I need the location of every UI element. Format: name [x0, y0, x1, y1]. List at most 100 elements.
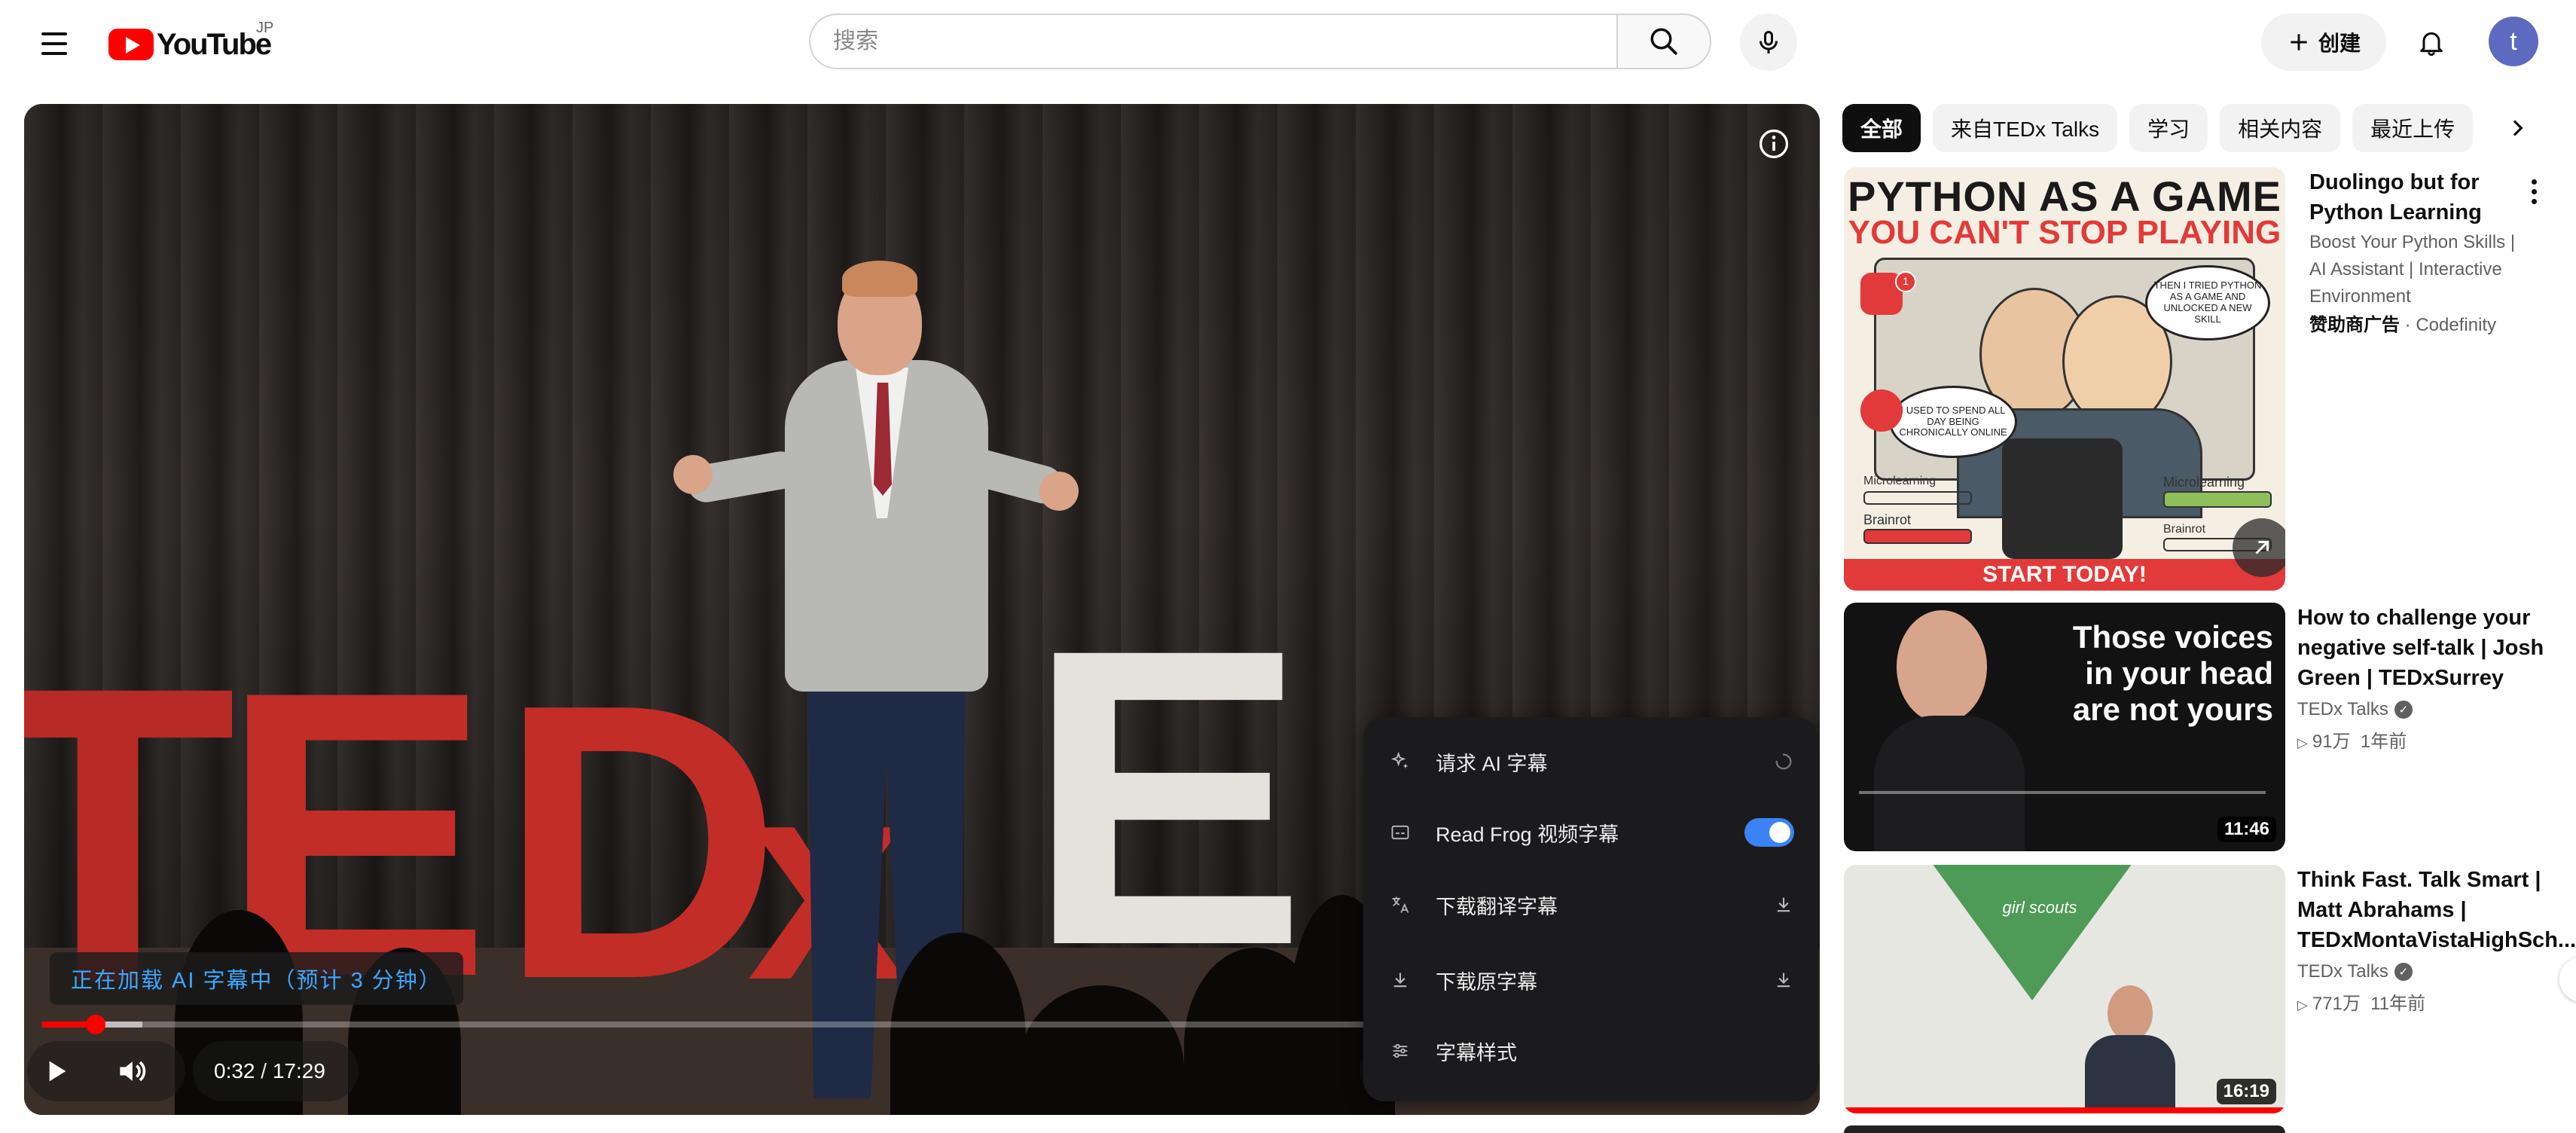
sponsored-label: 赞助商广告 — [2309, 315, 2400, 335]
mute-button[interactable] — [102, 1043, 160, 1100]
menu-item-label: 下载原字幕 — [1436, 970, 1537, 994]
avatar-letter: t — [2510, 26, 2517, 56]
notifications-button[interactable] — [2403, 14, 2460, 71]
current-time: 0:32 — [214, 1059, 255, 1083]
recommendation-item: Those voices in your head are not yours … — [1844, 603, 2552, 851]
play-count-icon: ▷ — [2297, 735, 2308, 750]
volume-icon — [120, 1061, 146, 1082]
thumb-overlay-text: Those voices in your head are not yours — [2072, 619, 2273, 727]
advertiser-name[interactable]: Codefinity — [2416, 315, 2496, 335]
search-bar — [809, 14, 1713, 72]
microlearning-right-label: Microlearning — [2163, 475, 2245, 490]
avatar[interactable]: t — [2489, 17, 2538, 66]
subtitle-settings-menu: 请求 AI 字幕 Read Frog 视频字幕 下载翻译字幕 下载原字幕 字幕样… — [1363, 717, 1818, 1101]
watched-progress — [1844, 1107, 2285, 1113]
thumb-stage-letters — [1859, 791, 2266, 851]
create-button[interactable]: 创建 — [2261, 14, 2386, 71]
read-frog-floating-button[interactable] — [2559, 957, 2576, 1002]
plus-icon — [2291, 34, 2307, 50]
ad-thumb-subtitle: YOU CAN'T STOP PLAYING — [1848, 214, 2281, 251]
external-link-icon — [2255, 541, 2269, 554]
ad-meta: 赞助商广告 · Codefinity — [2309, 312, 2535, 339]
search-icon — [1650, 28, 1677, 55]
menu-item-request-ai-subtitles[interactable]: 请求 AI 字幕 — [1363, 729, 1818, 794]
video-stats: ▷ 771万 11年前 — [2297, 988, 2550, 1015]
search-button[interactable] — [1616, 14, 1711, 69]
video-info: How to challenge your negative self-talk… — [2297, 603, 2550, 753]
chip-all[interactable]: 全部 — [1842, 104, 1921, 152]
menu-item-label: 请求 AI 字幕 — [1436, 752, 1548, 775]
upload-age: 11年前 — [2370, 994, 2426, 1014]
menu-item-label: 下载翻译字幕 — [1436, 895, 1558, 918]
menu-item-download-translated[interactable]: 下载翻译字幕 — [1363, 872, 1818, 937]
video-info-button[interactable] — [1753, 124, 1794, 164]
heart-icon — [1860, 389, 1903, 432]
ad-info: Duolingo but for Python Learning Boost Y… — [2309, 167, 2535, 339]
mic-icon — [1760, 31, 1778, 53]
subtitle-icon — [1389, 821, 1412, 844]
video-title[interactable]: How to challenge your negative self-talk… — [2297, 603, 2550, 693]
youtube-logo[interactable]: YouTube — [108, 26, 272, 63]
channel-row: TEDx Talks ✓ — [2297, 961, 2550, 982]
chip-related[interactable]: 相关内容 — [2220, 104, 2341, 152]
chips-next-button[interactable] — [2493, 104, 2541, 152]
bell-icon — [2420, 32, 2443, 56]
speaker-hand-right — [1039, 472, 1079, 511]
menu-item-download-original[interactable]: 下载原字幕 — [1363, 948, 1818, 1012]
sparkle-icon — [1389, 750, 1412, 773]
recommendation-item: girl scouts 16:19 Think Fast. Talk Smart… — [1844, 865, 2576, 1113]
search-input[interactable] — [809, 14, 1616, 69]
comment-count-badge: 1 — [1895, 271, 1916, 292]
microlearning-left-bar — [1863, 491, 1972, 505]
time-separator: / — [261, 1059, 267, 1083]
stage-letter-E2: E — [1026, 561, 1308, 1033]
chevron-right-icon — [2513, 120, 2523, 136]
stage-letter-D: D — [499, 623, 782, 1061]
video-info: Think Fast. Talk Smart | Matt Abrahams |… — [2297, 865, 2576, 1015]
thumb-speaker-body — [2085, 1035, 2175, 1113]
menu-icon[interactable] — [33, 23, 75, 65]
video-duration: 11:46 — [2217, 817, 2276, 842]
youtube-play-icon — [108, 29, 154, 60]
speaker-hair — [842, 261, 917, 297]
speech-bubble-left: I USED TO SPEND ALL DAY BEING CHRONICALL… — [1889, 386, 2017, 458]
thumb-speaker-head — [1897, 610, 1987, 723]
time-display: 0:32 / 17:29 — [193, 1041, 359, 1101]
download-icon — [1773, 894, 1794, 915]
playback-controls — [27, 1041, 185, 1101]
ad-thumbnail[interactable]: PYTHON AS A GAME YOU CAN'T STOP PLAYING … — [1844, 167, 2285, 591]
video-thumbnail[interactable]: Those voices in your head are not yours … — [1844, 603, 2285, 851]
voice-search-button[interactable] — [1740, 14, 1797, 71]
channel-name[interactable]: TEDx Talks — [2297, 961, 2388, 982]
masthead: YouTube JP 创建 t — [0, 0, 2576, 87]
sliders-icon — [1389, 1040, 1412, 1062]
brainrot-left-label: Brainrot — [1863, 512, 1912, 527]
create-label: 创建 — [2318, 32, 2361, 55]
menu-item-read-frog-subtitles[interactable]: Read Frog 视频字幕 — [1363, 800, 1818, 865]
video-thumbnail[interactable]: girl scouts 16:19 — [1844, 865, 2285, 1113]
play-count-icon: ▷ — [2297, 997, 2308, 1012]
loading-spinner-icon — [1773, 751, 1794, 772]
view-count: 91万 — [2312, 731, 2351, 752]
menu-item-label: 字幕样式 — [1436, 1041, 1517, 1064]
chip-from-tedx[interactable]: 来自TEDx Talks — [1933, 104, 2118, 152]
play-button[interactable] — [27, 1043, 84, 1100]
menu-item-label: Read Frog 视频字幕 — [1436, 823, 1619, 846]
ad-title[interactable]: Duolingo but for Python Learning — [2309, 167, 2535, 228]
read-frog-subtitle-toggle[interactable] — [1744, 818, 1794, 847]
chip-learning[interactable]: 学习 — [2129, 104, 2208, 152]
video-title[interactable]: Think Fast. Talk Smart | Matt Abrahams |… — [2297, 865, 2576, 955]
video-player[interactable]: T E D x E 正在加载 AI 字幕中（预计 3 分钟） 0:32 / 17 — [24, 104, 1820, 1115]
ad-external-link-button[interactable] — [2233, 518, 2285, 577]
recommendation-item-partial[interactable] — [1844, 1125, 2285, 1133]
menu-item-subtitle-style[interactable]: 字幕样式 — [1363, 1018, 1818, 1083]
bubble-left-text: I USED TO SPEND ALL DAY BEING CHRONICALL… — [1899, 404, 2007, 438]
chip-recent[interactable]: 最近上传 — [2352, 104, 2474, 152]
ad-more-actions-button[interactable] — [2519, 170, 2549, 212]
microlearning-left-label: Microlearning — [1863, 475, 1937, 487]
brainrot-right-label: Brainrot — [2163, 523, 2206, 536]
thumb-speaker-head — [2107, 985, 2153, 1041]
time-text: 0:32 / 17:29 — [193, 1059, 346, 1083]
channel-name[interactable]: TEDx Talks — [2297, 699, 2388, 720]
info-icon — [1759, 129, 1789, 159]
